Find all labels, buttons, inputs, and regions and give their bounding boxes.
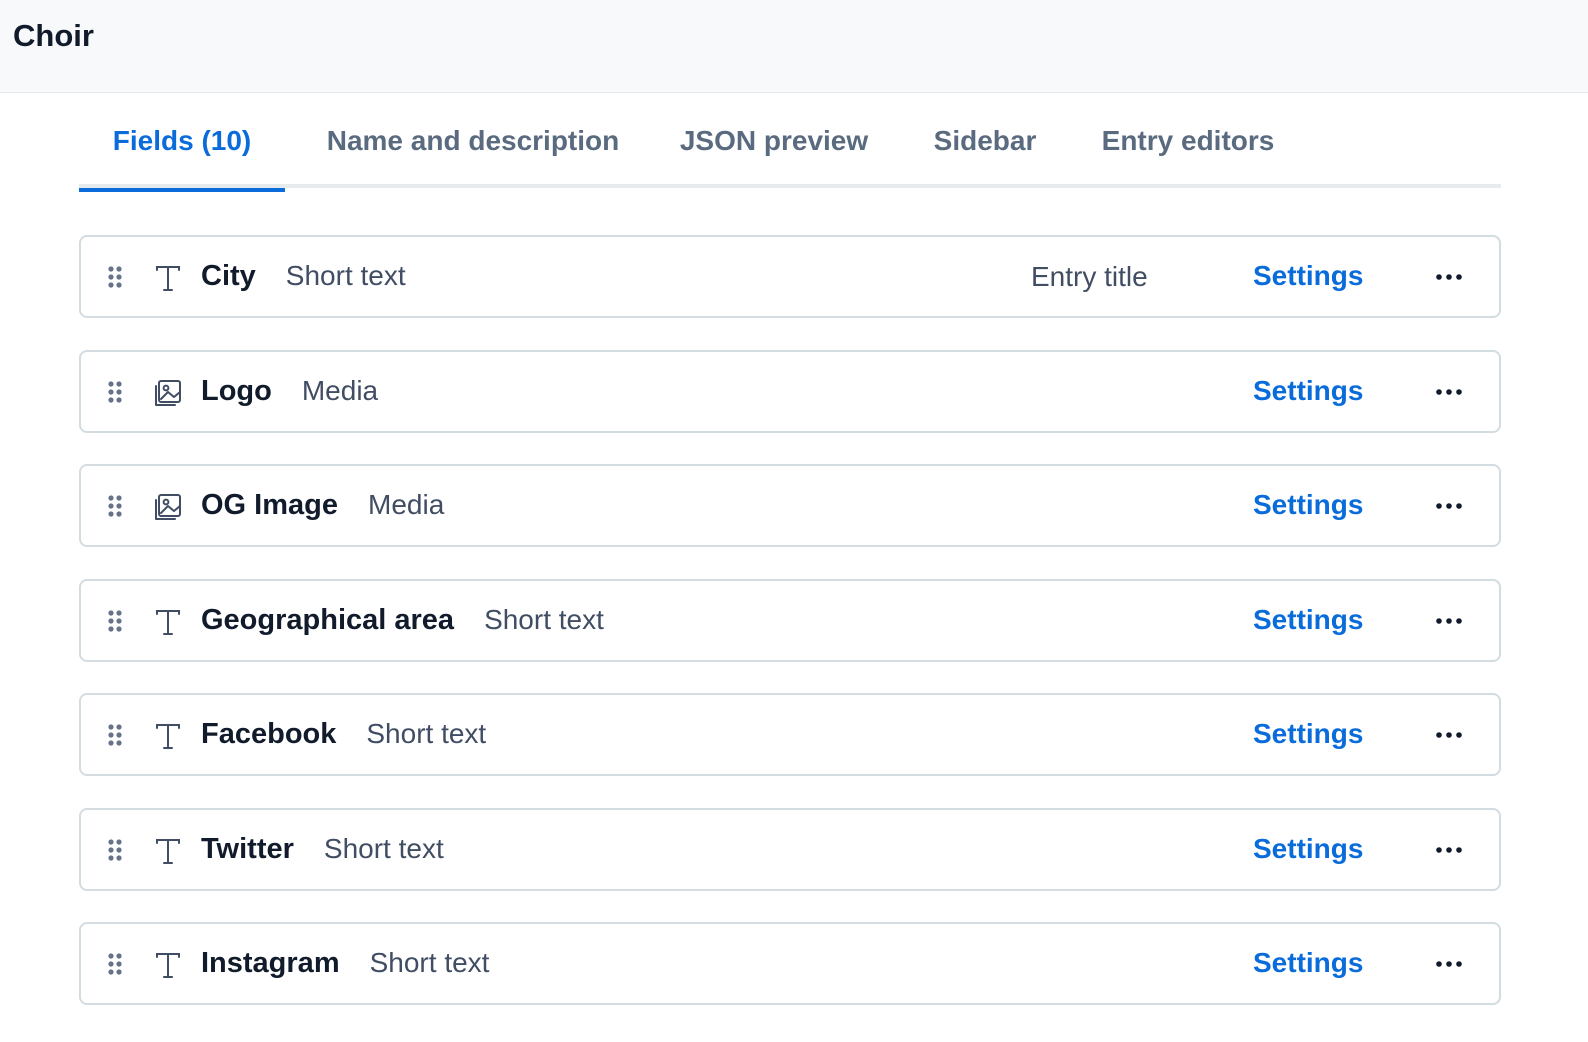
page-title: Choir — [13, 18, 94, 53]
tab-json-preview[interactable]: JSON preview — [661, 93, 887, 188]
tab-entry-editors[interactable]: Entry editors — [1087, 93, 1289, 188]
tab-fields[interactable]: Fields (10) — [79, 93, 285, 192]
drag-handle-icon[interactable] — [107, 609, 123, 633]
drag-handle-icon[interactable] — [107, 265, 123, 289]
field-name-wrap: Instagram Short text — [201, 947, 489, 980]
media-icon — [153, 492, 183, 522]
field-row[interactable]: Instagram Short text Settings — [79, 922, 1501, 1005]
settings-button[interactable]: Settings — [1253, 833, 1363, 865]
field-name: Geographical area — [201, 603, 455, 636]
field-name-wrap: Twitter Short text — [201, 833, 444, 866]
field-row[interactable]: Geographical area Short text Settings — [79, 578, 1501, 662]
field-row[interactable]: OG Image Media Settings — [79, 464, 1501, 547]
field-type: Short text — [285, 260, 406, 291]
drag-handle-icon[interactable] — [107, 380, 123, 404]
field-row[interactable]: Twitter Short text Settings — [79, 807, 1501, 891]
text-icon — [153, 263, 183, 293]
more-options-icon[interactable] — [1433, 837, 1465, 863]
field-name-wrap: City Short text — [201, 260, 406, 293]
field-name: Logo — [201, 374, 272, 407]
field-name: Facebook — [201, 718, 337, 750]
field-type: Media — [301, 374, 379, 406]
field-name: City — [201, 260, 256, 292]
more-options-icon[interactable] — [1433, 951, 1465, 977]
field-row[interactable]: City Short text Entry title Settings — [79, 235, 1501, 318]
settings-button[interactable]: Settings — [1253, 604, 1363, 636]
field-type: Short text — [369, 947, 490, 978]
more-options-icon[interactable] — [1433, 722, 1465, 748]
field-type: Short text — [484, 603, 604, 635]
field-name-wrap: OG Image Media — [201, 489, 444, 522]
media-icon — [153, 378, 183, 408]
entry-title-label: Entry title — [1031, 261, 1148, 292]
settings-button[interactable]: Settings — [1253, 260, 1363, 292]
text-icon — [153, 836, 183, 866]
page-header: Choir — [0, 0, 1588, 93]
field-name: Twitter — [201, 832, 294, 865]
more-options-icon[interactable] — [1433, 493, 1465, 519]
field-type: Short text — [323, 832, 444, 864]
tab-bar: Fields (10) Name and description JSON pr… — [79, 93, 1501, 192]
drag-handle-icon[interactable] — [107, 838, 123, 862]
more-options-icon[interactable] — [1433, 264, 1465, 290]
text-icon — [153, 950, 183, 980]
tab-name-and-description[interactable]: Name and description — [293, 93, 653, 188]
field-name: OG Image — [201, 489, 338, 521]
more-options-icon[interactable] — [1433, 608, 1465, 634]
drag-handle-icon[interactable] — [107, 952, 123, 976]
field-row[interactable]: Facebook Short text Settings — [79, 693, 1501, 776]
field-name-wrap: Facebook Short text — [201, 718, 486, 751]
field-name-wrap: Geographical area Short text — [201, 604, 604, 637]
field-type: Short text — [366, 718, 487, 749]
field-type: Media — [368, 489, 445, 520]
more-options-icon[interactable] — [1433, 379, 1465, 405]
field-name: Instagram — [201, 947, 340, 979]
text-icon — [153, 721, 183, 751]
tab-sidebar[interactable]: Sidebar — [919, 93, 1051, 188]
settings-button[interactable]: Settings — [1253, 718, 1363, 750]
settings-button[interactable]: Settings — [1253, 947, 1363, 979]
field-row[interactable]: Logo Media Settings — [79, 349, 1501, 433]
text-icon — [153, 607, 183, 637]
drag-handle-icon[interactable] — [107, 494, 123, 518]
settings-button[interactable]: Settings — [1253, 489, 1363, 521]
drag-handle-icon[interactable] — [107, 723, 123, 747]
settings-button[interactable]: Settings — [1253, 375, 1363, 407]
field-name-wrap: Logo Media — [201, 375, 378, 408]
